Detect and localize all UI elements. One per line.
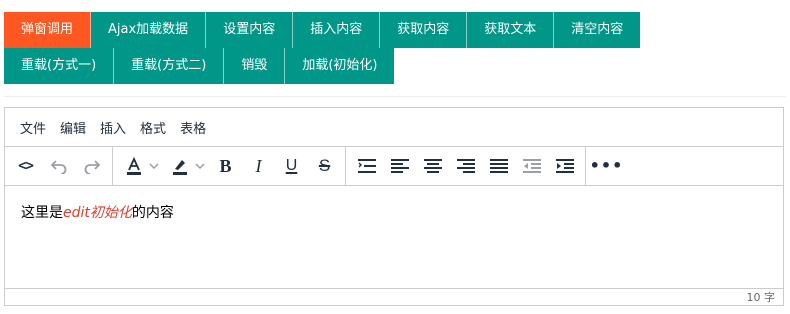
toolbar-group-more: •••	[586, 147, 627, 185]
rich-text-editor: 文件 编辑 插入 格式 表格 <> B I U S ••• 这里是edit初始化…	[4, 107, 784, 306]
text-color-icon[interactable]	[117, 152, 163, 180]
align-right-icon[interactable]	[449, 152, 482, 180]
highlight-color-icon[interactable]	[163, 152, 209, 180]
divider	[4, 96, 786, 97]
button-row-1: 弹窗调用 Ajax加载数据 设置内容 插入内容 获取内容 获取文本 清空内容	[4, 12, 641, 48]
get-content-button[interactable]: 获取内容	[380, 12, 468, 48]
destroy-button[interactable]: 销毁	[224, 48, 286, 84]
menu-table[interactable]: 表格	[173, 118, 213, 137]
code-icon[interactable]: <>	[9, 152, 42, 180]
underline-icon[interactable]: U	[275, 152, 308, 180]
reload-method-2-button[interactable]: 重载(方式二)	[114, 48, 225, 84]
toolbar-group-align	[346, 147, 586, 185]
redo-icon[interactable]	[75, 152, 108, 180]
editor-statusbar: 10 字	[5, 288, 783, 305]
align-justify-icon[interactable]	[482, 152, 515, 180]
menu-edit[interactable]: 编辑	[53, 118, 93, 137]
align-left-icon[interactable]	[383, 152, 416, 180]
editor-menubar: 文件 编辑 插入 格式 表格	[5, 108, 783, 147]
editor-content-area[interactable]: 这里是edit初始化的内容	[5, 186, 783, 288]
get-text-button[interactable]: 获取文本	[467, 12, 555, 48]
editor-toolbar: <> B I U S •••	[5, 147, 783, 186]
chevron-down-icon	[195, 163, 205, 169]
ajax-load-data-button[interactable]: Ajax加载数据	[91, 12, 207, 48]
menu-file[interactable]: 文件	[13, 118, 53, 137]
toolbar-group-history: <>	[5, 147, 113, 185]
align-center-icon[interactable]	[416, 152, 449, 180]
outdent-icon[interactable]	[515, 152, 548, 180]
menu-insert[interactable]: 插入	[93, 118, 133, 137]
bold-icon[interactable]: B	[209, 152, 242, 180]
indent-icon[interactable]	[548, 152, 581, 180]
line-height-icon[interactable]	[350, 152, 383, 180]
word-count: 10 字	[746, 291, 776, 304]
toolbar-group-format: B I U S	[113, 147, 346, 185]
set-content-button[interactable]: 设置内容	[206, 12, 294, 48]
menu-format[interactable]: 格式	[133, 118, 173, 137]
italic-icon[interactable]: I	[242, 152, 275, 180]
chevron-down-icon	[149, 163, 159, 169]
button-row-2: 重载(方式一) 重载(方式二) 销毁 加载(初始化)	[4, 48, 395, 84]
undo-icon[interactable]	[42, 152, 75, 180]
reload-method-1-button[interactable]: 重载(方式一)	[4, 48, 115, 84]
insert-content-button[interactable]: 插入内容	[293, 12, 381, 48]
popup-call-button[interactable]: 弹窗调用	[4, 12, 92, 48]
content-text-emphasis: edit初始化	[63, 205, 132, 221]
strikethrough-icon[interactable]: S	[308, 152, 341, 180]
more-icon[interactable]: •••	[590, 152, 623, 180]
clear-content-button[interactable]: 清空内容	[554, 12, 641, 48]
load-init-button[interactable]: 加载(初始化)	[285, 48, 395, 84]
content-text-before: 这里是	[21, 205, 63, 221]
content-text-after: 的内容	[131, 205, 174, 221]
